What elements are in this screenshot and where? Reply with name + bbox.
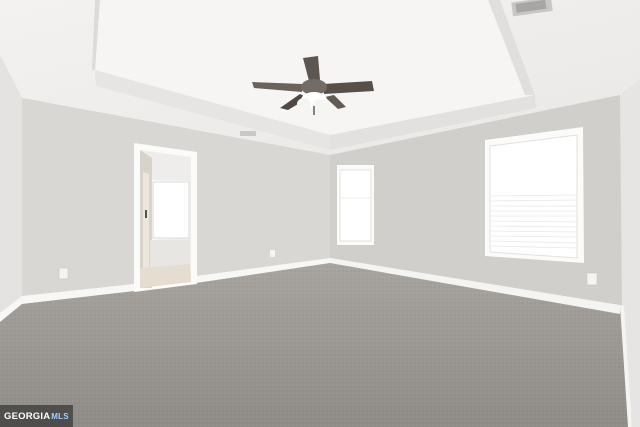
wall-outlet-left: [58, 267, 69, 280]
room-illustration: [0, 0, 640, 427]
wall-outlet-right: [586, 272, 598, 286]
left-wall: [0, 55, 22, 320]
watermark-suffix: MLS: [51, 411, 69, 421]
listing-watermark: GEORGIA MLS: [0, 405, 73, 427]
wall-outlet-back: [270, 250, 275, 257]
return-vent: [240, 131, 256, 136]
watermark-brand: GEORGIA: [4, 410, 51, 422]
empty-room-photo: GEORGIA MLS: [0, 0, 640, 427]
